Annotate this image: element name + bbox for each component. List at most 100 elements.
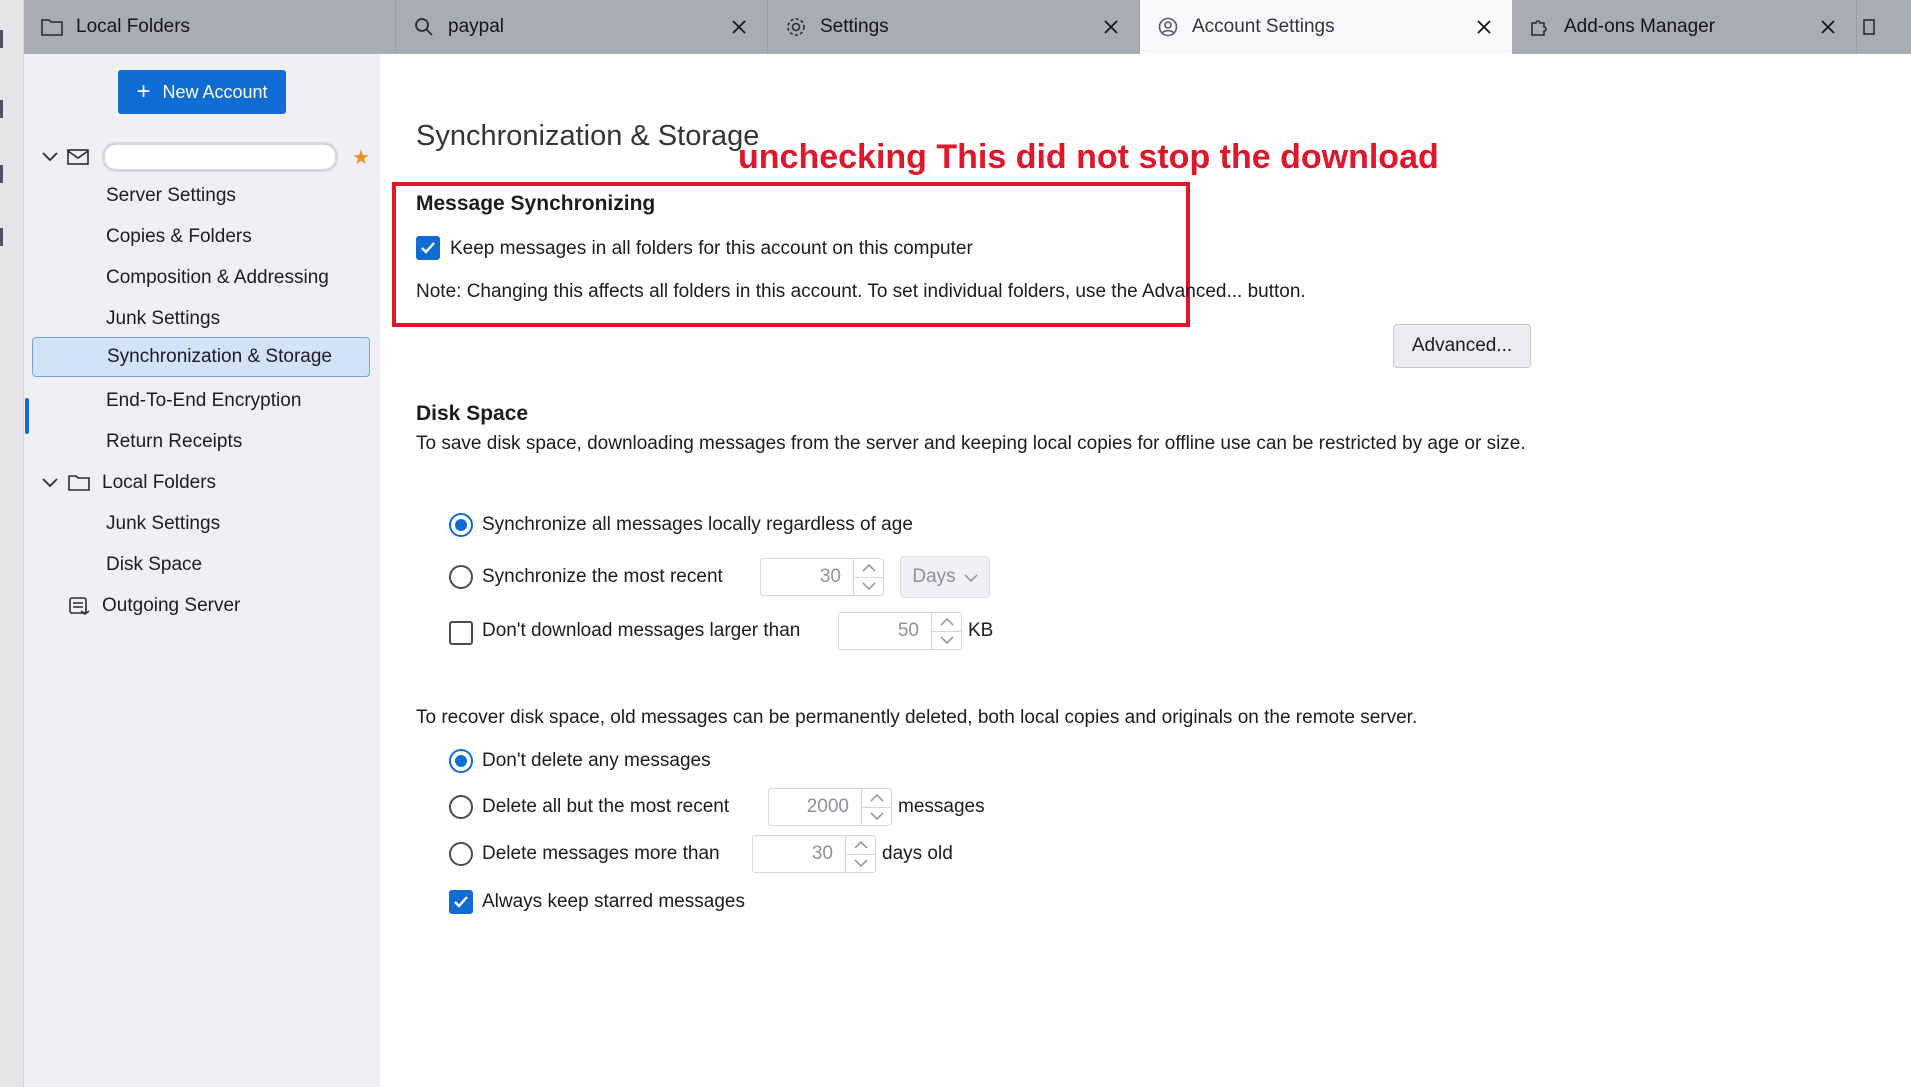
- sync-all-label: Synchronize all messages locally regardl…: [482, 514, 913, 535]
- stepper-value[interactable]: 30: [753, 836, 845, 872]
- dont-download-label: Don't download messages larger than: [482, 620, 801, 641]
- strip-marker: [0, 165, 3, 183]
- strip-marker: [0, 228, 3, 246]
- sidebar-item-end-to-end-encryption[interactable]: End-To-End Encryption: [24, 381, 380, 421]
- advanced-button[interactable]: Advanced...: [1393, 324, 1531, 368]
- sidebar-item-disk-space[interactable]: Disk Space: [24, 545, 380, 585]
- chevron-down-icon[interactable]: [40, 473, 60, 493]
- sidebar-item-label: Server Settings: [106, 185, 236, 206]
- delete-older-radio[interactable]: [449, 842, 473, 866]
- delete-older-label: Delete messages more than: [482, 843, 720, 864]
- keep-starred-checkbox[interactable]: [449, 890, 473, 914]
- chevron-up-icon[interactable]: [932, 613, 961, 631]
- chevron-down-icon[interactable]: [932, 630, 961, 650]
- sidebar-outgoing-server[interactable]: Outgoing Server: [24, 586, 380, 626]
- delete-older-stepper[interactable]: 30: [752, 835, 876, 873]
- chevron-up-icon[interactable]: [854, 559, 883, 577]
- tab-addons-manager[interactable]: Add-ons Manager: [1512, 0, 1857, 54]
- tab-label: paypal: [448, 16, 504, 37]
- sync-all-radio[interactable]: [449, 513, 473, 537]
- delete-but-recent-stepper[interactable]: 2000: [768, 788, 892, 826]
- delete-older-unit: days old: [882, 843, 953, 864]
- tab-label: Account Settings: [1192, 16, 1335, 37]
- chevron-down-icon: [964, 566, 978, 588]
- dont-delete-radio[interactable]: [449, 749, 473, 773]
- new-account-button[interactable]: + New Account: [118, 70, 286, 114]
- dont-download-unit: KB: [968, 620, 994, 641]
- chevron-down-icon[interactable]: [862, 806, 891, 826]
- chevron-down-icon[interactable]: [40, 147, 60, 167]
- stepper-value[interactable]: 2000: [769, 789, 861, 825]
- sidebar-item-composition-addressing[interactable]: Composition & Addressing: [24, 258, 380, 298]
- folder-icon: [66, 470, 92, 496]
- sidebar-item-label: Junk Settings: [106, 308, 221, 329]
- settings-content: Synchronization & Storage unchecking Thi…: [380, 54, 1911, 1087]
- chevron-down-icon[interactable]: [854, 576, 883, 596]
- dont-download-checkbox[interactable]: [449, 621, 473, 645]
- close-icon[interactable]: [1816, 15, 1840, 39]
- sidebar-local-folders[interactable]: Local Folders: [24, 463, 380, 503]
- folder-icon: [40, 15, 64, 39]
- tab-bar: Local Folders paypal Settings Account Se…: [24, 0, 1911, 54]
- tab-search-paypal[interactable]: paypal: [396, 0, 768, 54]
- tab-overflow-icon[interactable]: [1857, 0, 1883, 54]
- stepper-value[interactable]: 50: [839, 613, 931, 649]
- sidebar-item-synchronization-storage[interactable]: Synchronization & Storage: [32, 337, 370, 377]
- plus-icon: +: [136, 78, 151, 105]
- sidebar-item-label: End-To-End Encryption: [106, 390, 302, 411]
- chevron-up-icon[interactable]: [846, 836, 875, 854]
- chevron-up-icon[interactable]: [862, 789, 891, 807]
- sidebar-item-label: Return Receipts: [106, 431, 243, 452]
- disk-space-description: To save disk space, downloading messages…: [416, 433, 1526, 454]
- account-settings-icon: [1156, 15, 1180, 39]
- sidebar-item-label: Junk Settings: [106, 513, 221, 534]
- sync-note: Note: Changing this affects all folders …: [416, 281, 1306, 302]
- close-icon[interactable]: [727, 15, 751, 39]
- new-account-label: New Account: [162, 81, 268, 102]
- mail-account-icon: [66, 144, 92, 170]
- left-window-strip: [0, 0, 24, 1087]
- sync-recent-radio[interactable]: [449, 565, 473, 589]
- section-heading-message-synchronizing: Message Synchronizing: [416, 192, 656, 215]
- sidebar-item-label: Disk Space: [106, 554, 203, 575]
- puzzle-icon: [1528, 15, 1552, 39]
- tab-local-folders[interactable]: Local Folders: [24, 0, 396, 54]
- close-icon[interactable]: [1472, 15, 1496, 39]
- sync-recent-label: Synchronize the most recent: [482, 566, 723, 587]
- sidebar-item-label: Local Folders: [102, 472, 217, 493]
- tab-settings[interactable]: Settings: [768, 0, 1140, 54]
- page-title: Synchronization & Storage: [416, 120, 760, 152]
- sidebar-item-server-settings[interactable]: Server Settings: [24, 176, 380, 216]
- dont-download-stepper[interactable]: 50: [838, 612, 962, 650]
- close-icon[interactable]: [1099, 15, 1123, 39]
- sidebar-item-local-junk-settings[interactable]: Junk Settings: [24, 504, 380, 544]
- tab-account-settings[interactable]: Account Settings: [1140, 0, 1512, 54]
- delete-but-recent-radio[interactable]: [449, 795, 473, 819]
- tab-label: Add-ons Manager: [1564, 16, 1716, 37]
- sidebar-item-return-receipts[interactable]: Return Receipts: [24, 422, 380, 462]
- keep-messages-checkbox[interactable]: [416, 236, 440, 260]
- sync-recent-stepper[interactable]: 30: [760, 558, 884, 596]
- delete-but-recent-label: Delete all but the most recent: [482, 796, 730, 817]
- search-icon: [412, 15, 436, 39]
- sidebar-item-copies-folders[interactable]: Copies & Folders: [24, 217, 380, 257]
- section-heading-disk-space: Disk Space: [416, 402, 529, 425]
- stepper-value[interactable]: 30: [761, 559, 853, 595]
- chevron-down-icon[interactable]: [846, 853, 875, 873]
- outgoing-server-icon: [66, 593, 92, 619]
- gear-icon: [784, 15, 808, 39]
- sidebar-item-label: Outgoing Server: [102, 595, 241, 616]
- sync-recent-unit-select[interactable]: Days: [900, 556, 990, 598]
- strip-marker: [0, 100, 3, 118]
- keep-starred-label: Always keep starred messages: [482, 891, 745, 912]
- annotation-text: unchecking This did not stop the downloa…: [738, 138, 1439, 176]
- sidebar-item-label: Composition & Addressing: [106, 267, 329, 288]
- keep-messages-label: Keep messages in all folders for this ac…: [450, 238, 973, 259]
- sidebar-item-junk-settings[interactable]: Junk Settings: [24, 299, 380, 339]
- account-row[interactable]: ★: [24, 137, 380, 177]
- strip-marker: [0, 30, 3, 48]
- account-name-redacted: [102, 142, 338, 172]
- select-value: Days: [912, 566, 956, 587]
- sidebar-item-label: Copies & Folders: [106, 226, 252, 247]
